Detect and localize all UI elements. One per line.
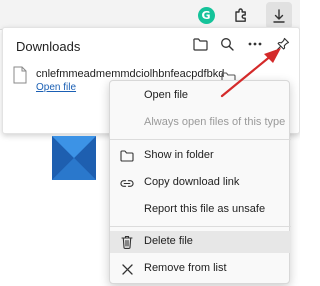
- extensions-button[interactable]: [228, 3, 254, 27]
- file-icon: [13, 66, 27, 84]
- menu-item-label: Open file: [144, 89, 189, 101]
- menu-item-copy-link[interactable]: Copy download link: [110, 172, 291, 194]
- more-icon: [248, 42, 262, 46]
- open-downloads-folder-button[interactable]: [189, 33, 211, 55]
- trash-icon: [120, 235, 134, 249]
- menu-item-always-open: Always open files of this type: [110, 112, 291, 134]
- browser-toolbar: G: [0, 0, 300, 30]
- windows-logo-icon: [52, 136, 96, 180]
- download-context-menu: Open file Always open files of this type…: [109, 80, 291, 284]
- menu-item-label: Always open files of this type: [144, 116, 286, 128]
- menu-item-label: Copy download link: [144, 176, 240, 188]
- pin-icon: [276, 37, 290, 51]
- open-file-link[interactable]: Open file: [36, 82, 76, 93]
- menu-item-label: Remove from list: [144, 262, 227, 274]
- menu-item-delete-file[interactable]: Delete file: [110, 231, 291, 253]
- folder-icon: [120, 149, 134, 163]
- search-downloads-button[interactable]: [216, 33, 238, 55]
- pin-panel-button[interactable]: [272, 33, 294, 55]
- menu-divider: [110, 139, 291, 140]
- menu-item-report-unsafe[interactable]: Report this file as unsafe: [110, 199, 291, 221]
- menu-item-label: Delete file: [144, 235, 193, 247]
- link-icon: [120, 176, 134, 190]
- downloads-panel-title: Downloads: [16, 39, 81, 54]
- download-icon: [273, 8, 285, 23]
- menu-item-open-file[interactable]: Open file: [110, 85, 291, 107]
- puzzle-icon: [235, 8, 246, 22]
- search-icon: [221, 38, 234, 51]
- folder-icon: [192, 37, 208, 51]
- menu-item-label: Show in folder: [144, 149, 214, 161]
- grammarly-extension-button[interactable]: G: [193, 3, 219, 27]
- menu-divider: [110, 226, 291, 227]
- menu-item-label: Report this file as unsafe: [144, 203, 266, 215]
- close-icon: [120, 262, 134, 276]
- menu-item-remove-from-list[interactable]: Remove from list: [110, 258, 291, 280]
- more-options-button[interactable]: [244, 33, 266, 55]
- menu-item-show-in-folder[interactable]: Show in folder: [110, 145, 291, 167]
- grammarly-icon: G: [197, 6, 215, 24]
- browser-window: G Downloads cnlefmmeadmemmdciolhbnfeacpd…: [0, 0, 300, 286]
- downloads-toolbar-button[interactable]: [266, 2, 292, 29]
